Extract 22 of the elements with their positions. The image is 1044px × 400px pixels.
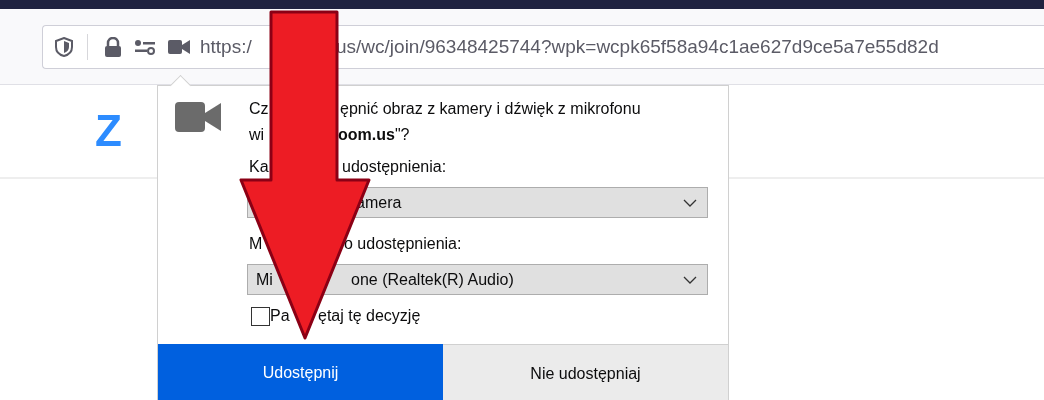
field-label: udostępnienia: bbox=[342, 157, 447, 177]
shield-icon[interactable] bbox=[55, 36, 73, 57]
field-label: o udostępnienia: bbox=[344, 234, 462, 254]
question-text: oom.us"? bbox=[338, 125, 410, 145]
lock-icon[interactable] bbox=[104, 36, 122, 57]
logo: Z bbox=[95, 106, 121, 156]
url-text: https:/ bbox=[200, 35, 253, 58]
checkbox-label: ętaj tę decyzję bbox=[318, 306, 421, 326]
checkbox-label: Pa bbox=[270, 306, 291, 326]
question-text: wi bbox=[249, 125, 266, 145]
permissions-icon[interactable] bbox=[134, 38, 156, 55]
dont-share-button[interactable]: Nie udostępniaj bbox=[443, 344, 728, 400]
question-text: Cz bbox=[249, 99, 270, 119]
question-text: ępnić obraz z kamery i dźwięk z mikrofonu bbox=[340, 99, 641, 119]
video-camera-icon bbox=[175, 100, 221, 134]
chevron-down-icon bbox=[683, 198, 697, 207]
field-label: Ka bbox=[249, 157, 270, 177]
chevron-down-icon bbox=[683, 275, 697, 284]
field-label: M bbox=[249, 234, 264, 254]
checkbox[interactable] bbox=[251, 306, 270, 326]
video-camera-icon[interactable] bbox=[168, 38, 190, 55]
share-button[interactable]: Udostępnij bbox=[158, 344, 443, 400]
